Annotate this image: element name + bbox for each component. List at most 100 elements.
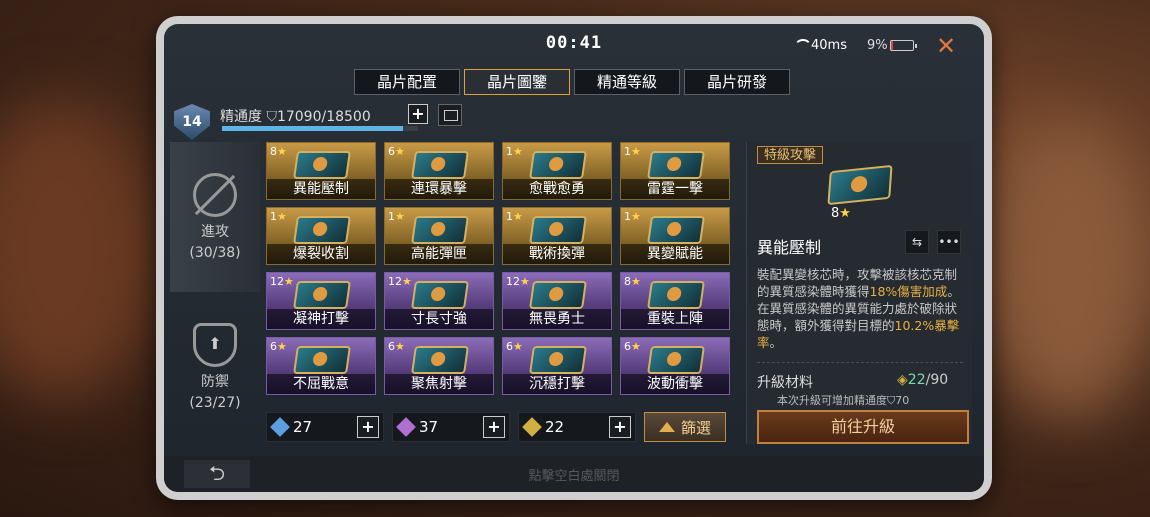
star-icon: ★ [513,145,523,158]
mastery-label: 精通度 ⛉17090/18500 [220,106,371,126]
chip-icon [647,346,705,374]
add-purple-button[interactable]: + [483,416,505,438]
chip-star-count: 1 [506,210,513,223]
resource-purple: 37 + [392,412,510,442]
chip-icon [529,216,587,244]
chip-star-count: 6 [506,340,513,353]
star-icon: ★ [513,340,523,353]
chip-card[interactable]: 6★ 不屈戰意 [266,337,376,395]
chip-preview-stars: 8★ [831,206,851,221]
chip-card[interactable]: 6★ 聚焦射擊 [384,337,494,395]
chip-card[interactable]: 6★ 連環暴擊 [384,142,494,200]
chip-card-name: 高能彈匣 [385,244,493,264]
chip-detail-panel: 特級攻擊 8★ 異能壓制 ⇆ ••• 裝配異變核芯時，攻擊被該核芯克制的異質感染… [746,142,972,444]
mastery-title: 精通度 [220,109,262,125]
share-icon[interactable]: ⇆ [905,230,929,254]
sidebar-item-attack[interactable]: 進攻 (30/38) [170,142,260,292]
chip-stars: 6★ [388,340,405,353]
chip-icon [529,346,587,374]
chip-card[interactable]: 1★ 雷霆一擊 [620,142,730,200]
gold-material-icon [522,417,542,437]
chip-stars: 1★ [624,145,641,158]
chip-stars: 6★ [270,340,287,353]
close-hint: 點擊空白處關閉 [528,469,620,484]
purple-material-icon [396,417,416,437]
chip-card-name: 凝神打擊 [267,309,375,329]
chip-card-name: 雷霆一擊 [621,179,729,199]
chip-stars: 8★ [624,275,641,288]
chip-card[interactable]: 1★ 愈戰愈勇 [502,142,612,200]
chip-card-name: 不屈戰意 [267,374,375,394]
chip-icon [293,216,351,244]
chip-card-name: 沉穩打擊 [503,374,611,394]
chip-star-count: 12 [506,275,520,288]
attack-icon [193,173,237,217]
star-icon: ★ [395,145,405,158]
chip-card-name: 連環暴擊 [385,179,493,199]
chip-card[interactable]: 1★ 爆裂收割 [266,207,376,265]
blue-material-icon [270,417,290,437]
upgrade-material-value: ◈22/90 [897,372,948,388]
attack-label: 進攻 [201,224,229,240]
category-badge: 特級攻擊 [757,146,824,164]
tab-bar: 晶片配置 晶片圖鑒 精通等級 晶片研發 [354,69,790,95]
chip-card-name: 波動衝擊 [621,374,729,394]
close-button[interactable]: ✕ [936,32,956,60]
tab-chip-codex[interactable]: 晶片圖鑒 [464,69,570,95]
star-icon: ★ [284,275,294,288]
tab-chip-config[interactable]: 晶片配置 [354,69,460,95]
mastery-gain-value: 70 [895,394,910,407]
chip-card[interactable]: 12★ 寸長寸強 [384,272,494,330]
chip-card[interactable]: 1★ 異變賦能 [620,207,730,265]
chip-card[interactable]: 6★ 波動衝擊 [620,337,730,395]
go-upgrade-button[interactable]: 前往升級 [757,410,969,444]
star-icon: ★ [395,340,405,353]
chip-star-count: 8 [270,145,277,158]
mastery-panel: 14 精通度 ⛉17090/18500 + [170,104,470,144]
mastery-value: 17090/18500 [276,109,371,125]
chip-card[interactable]: 1★ 戰術換彈 [502,207,612,265]
chip-icon [529,151,587,179]
chip-stars: 12★ [388,275,412,288]
chip-stars: 6★ [388,145,405,158]
chip-star-count: 1 [624,145,631,158]
chip-stars: 8★ [270,145,287,158]
chip-name: 異能壓制 [757,238,822,257]
filter-button[interactable]: 篩選 [644,412,726,442]
more-button[interactable]: ••• [937,230,961,254]
chip-card[interactable]: 8★ 重裝上陣 [620,272,730,330]
add-blue-button[interactable]: + [357,416,379,438]
mastery-add-button[interactable]: + [408,104,428,124]
mastery-gain-note: 本次升級可增加精通度⛉70 [777,392,909,408]
chip-icon [647,216,705,244]
material-have: 22 [907,372,926,388]
chip-star-count: 1 [388,210,395,223]
star-icon: ★ [402,275,412,288]
chip-card-name: 爆裂收割 [267,244,375,264]
chip-icon [529,281,587,309]
chip-card-name: 異能壓制 [267,179,375,199]
sidebar-item-defense[interactable]: 防禦 (23/27) [170,292,260,442]
tab-chip-research[interactable]: 晶片研發 [684,69,790,95]
device-frame: 00:41 40ms 9% ✕ 晶片配置 晶片圖鑒 精通等級 晶片研發 14 精… [156,16,992,500]
ping-text: 40ms [811,38,847,53]
chip-card[interactable]: 12★ 無畏勇士 [502,272,612,330]
star-icon: ★ [513,210,523,223]
gallery-icon[interactable] [438,104,462,126]
chip-preview-icon [827,164,893,206]
chip-card[interactable]: 6★ 沉穩打擊 [502,337,612,395]
chip-icon [411,151,469,179]
desc-highlight-damage: 18%傷害加成 [869,284,948,299]
chip-card-name: 異變賦能 [621,244,729,264]
chip-grid: 8★ 異能壓制 6★ 連環暴擊 1★ 愈戰愈勇 1★ 雷霆一擊 1★ 爆裂收割 1★ 高能彈匣 1★ 戰術… [266,142,736,395]
status-bar: 00:41 40ms 9% ✕ [164,24,984,68]
chip-card[interactable]: 1★ 高能彈匣 [384,207,494,265]
chip-card[interactable]: 8★ 異能壓制 [266,142,376,200]
mastery-progress-bar [222,126,418,131]
chip-card-name: 寸長寸強 [385,309,493,329]
add-gold-button[interactable]: + [609,416,631,438]
chip-card[interactable]: 12★ 凝神打擊 [266,272,376,330]
star-icon: ★ [631,210,641,223]
tab-mastery-level[interactable]: 精通等級 [574,69,680,95]
defense-icon [193,323,237,367]
